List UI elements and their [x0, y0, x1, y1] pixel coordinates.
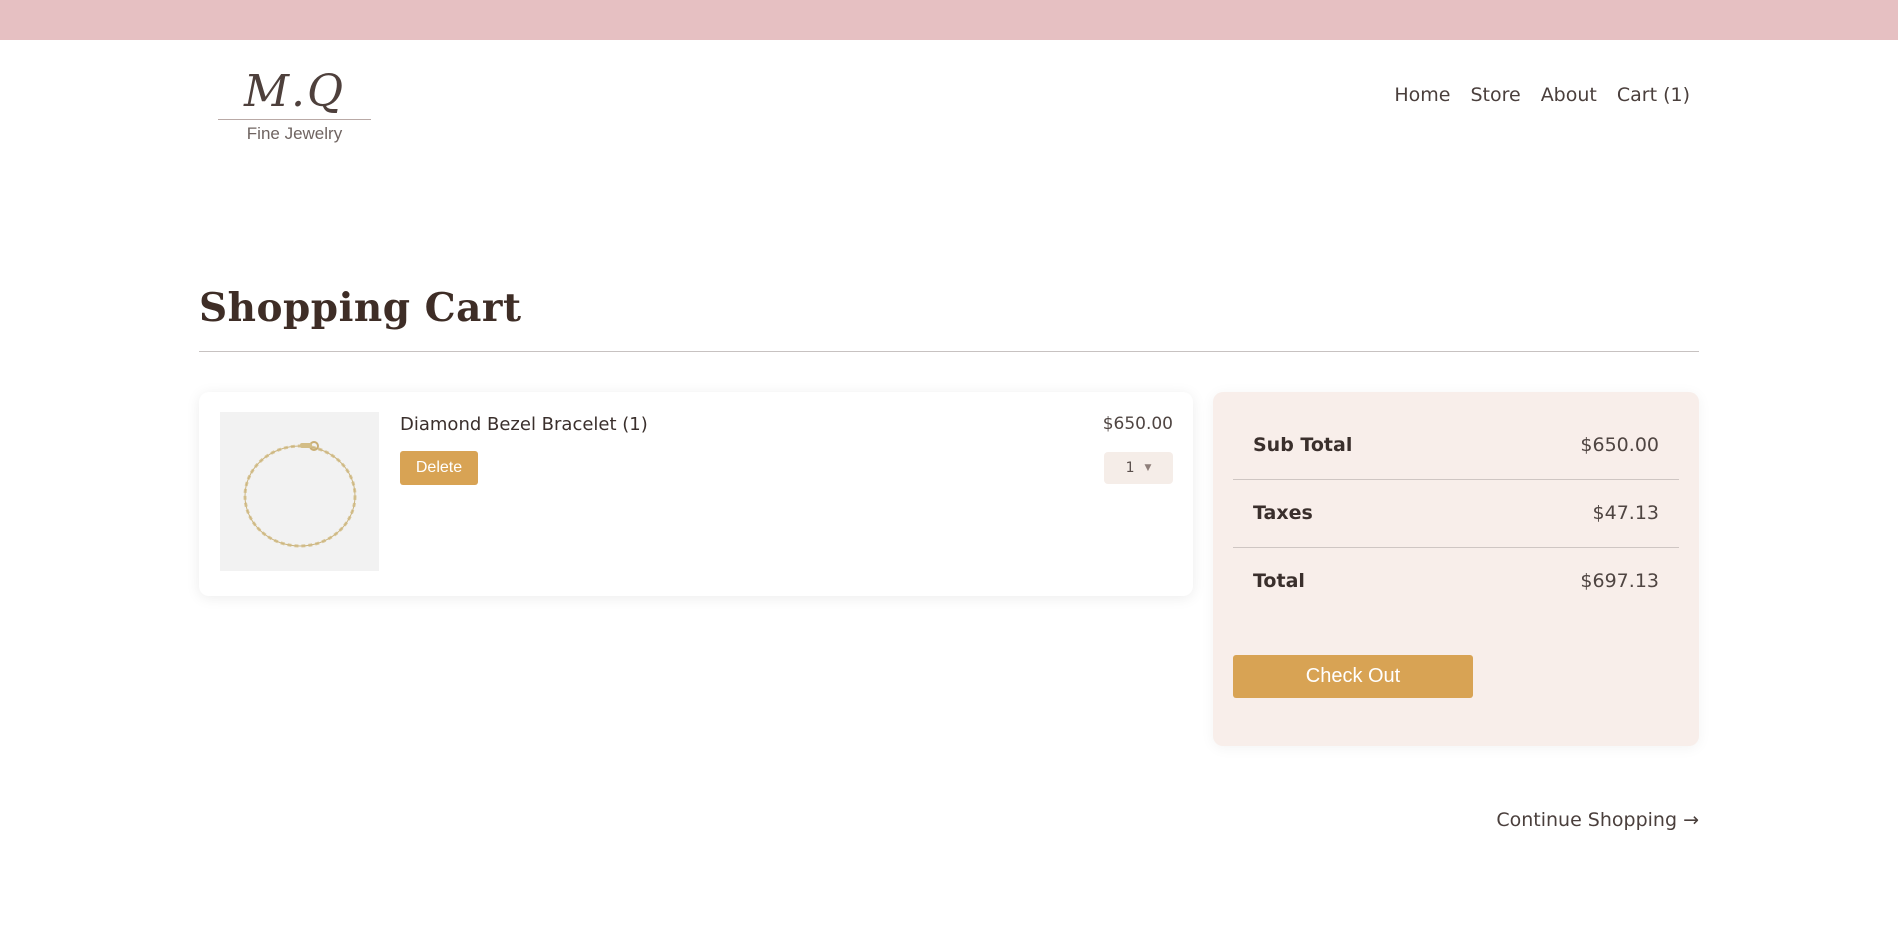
product-thumbnail[interactable]	[220, 412, 379, 571]
taxes-row: Taxes $47.13	[1233, 480, 1679, 548]
taxes-value: $47.13	[1592, 502, 1659, 524]
nav-cart-link[interactable]: Cart (1)	[1617, 84, 1690, 106]
nav-home-link[interactable]: Home	[1394, 84, 1450, 106]
total-value: $697.13	[1580, 570, 1659, 592]
subtotal-label: Sub Total	[1253, 434, 1353, 456]
quantity-select[interactable]: 1 ▼	[1104, 452, 1173, 484]
cart-item-price: $650.00	[1102, 414, 1173, 434]
cart-item-card: Diamond Bezel Bracelet (1) Delete $650.0…	[199, 392, 1193, 596]
delete-item-button[interactable]: Delete	[400, 451, 478, 485]
checkout-button[interactable]: Check Out	[1233, 655, 1473, 698]
quantity-value: 1	[1125, 460, 1135, 476]
caret-down-icon: ▼	[1144, 463, 1152, 473]
subtotal-value: $650.00	[1580, 434, 1659, 456]
logo-divider	[218, 119, 371, 120]
top-banner	[0, 0, 1898, 40]
subtotal-row: Sub Total $650.00	[1233, 412, 1679, 480]
taxes-label: Taxes	[1253, 502, 1313, 524]
continue-shopping-link[interactable]: Continue Shopping →	[1496, 809, 1699, 831]
nav-about-link[interactable]: About	[1541, 84, 1597, 106]
total-row: Total $697.13	[1233, 548, 1679, 616]
title-divider	[199, 351, 1699, 352]
main-nav: Home Store About Cart (1)	[1394, 84, 1690, 106]
total-label: Total	[1253, 570, 1305, 592]
site-logo[interactable]: M.Q Fine Jewelry	[218, 66, 371, 148]
logo-monogram: M.Q	[243, 66, 346, 117]
bracelet-image	[243, 441, 357, 548]
nav-store-link[interactable]: Store	[1470, 84, 1520, 106]
order-summary: Sub Total $650.00 Taxes $47.13 Total $69…	[1213, 392, 1699, 746]
cart-item-name[interactable]: Diamond Bezel Bracelet (1)	[400, 414, 648, 435]
page-title: Shopping Cart	[199, 285, 522, 331]
logo-subtitle: Fine Jewelry	[246, 124, 343, 143]
